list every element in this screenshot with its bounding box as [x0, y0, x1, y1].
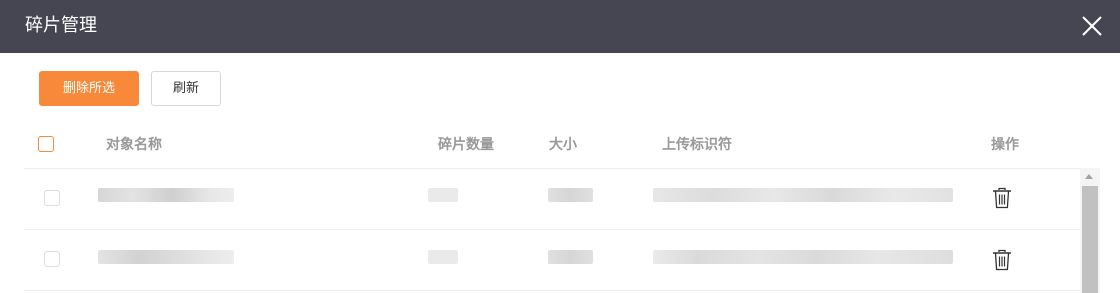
- refresh-button[interactable]: 刷新: [151, 71, 221, 106]
- object-name-redacted: [98, 188, 234, 202]
- column-header-actions: 操作: [991, 137, 1019, 153]
- upload-id-redacted: [653, 188, 953, 202]
- chunk-count-redacted: [428, 188, 458, 202]
- row-divider: [24, 229, 1080, 230]
- close-icon[interactable]: [1078, 12, 1106, 40]
- scroll-up-arrow-icon[interactable]: [1085, 174, 1093, 179]
- delete-selected-button[interactable]: 删除所选: [39, 71, 139, 106]
- select-all-checkbox[interactable]: [38, 136, 54, 152]
- trash-icon[interactable]: [992, 187, 1012, 209]
- column-header-upload-id: 上传标识符: [662, 137, 732, 153]
- object-name-redacted: [98, 250, 234, 264]
- column-header-size: 大小: [549, 137, 577, 153]
- trash-icon[interactable]: [992, 249, 1012, 271]
- row-checkbox[interactable]: [44, 190, 60, 206]
- column-header-chunk-count: 碎片数量: [438, 137, 494, 153]
- row-checkbox[interactable]: [44, 251, 60, 267]
- dialog-titlebar: 碎片管理: [0, 0, 1120, 53]
- upload-id-redacted: [653, 250, 953, 264]
- dialog-title: 碎片管理: [25, 15, 97, 36]
- size-redacted: [548, 188, 593, 202]
- row-divider: [24, 168, 1080, 169]
- column-header-object-name: 对象名称: [106, 137, 162, 153]
- chunk-count-redacted: [428, 250, 458, 264]
- scrollbar-thumb[interactable]: [1082, 186, 1098, 293]
- size-redacted: [548, 250, 593, 264]
- row-divider: [24, 290, 1080, 291]
